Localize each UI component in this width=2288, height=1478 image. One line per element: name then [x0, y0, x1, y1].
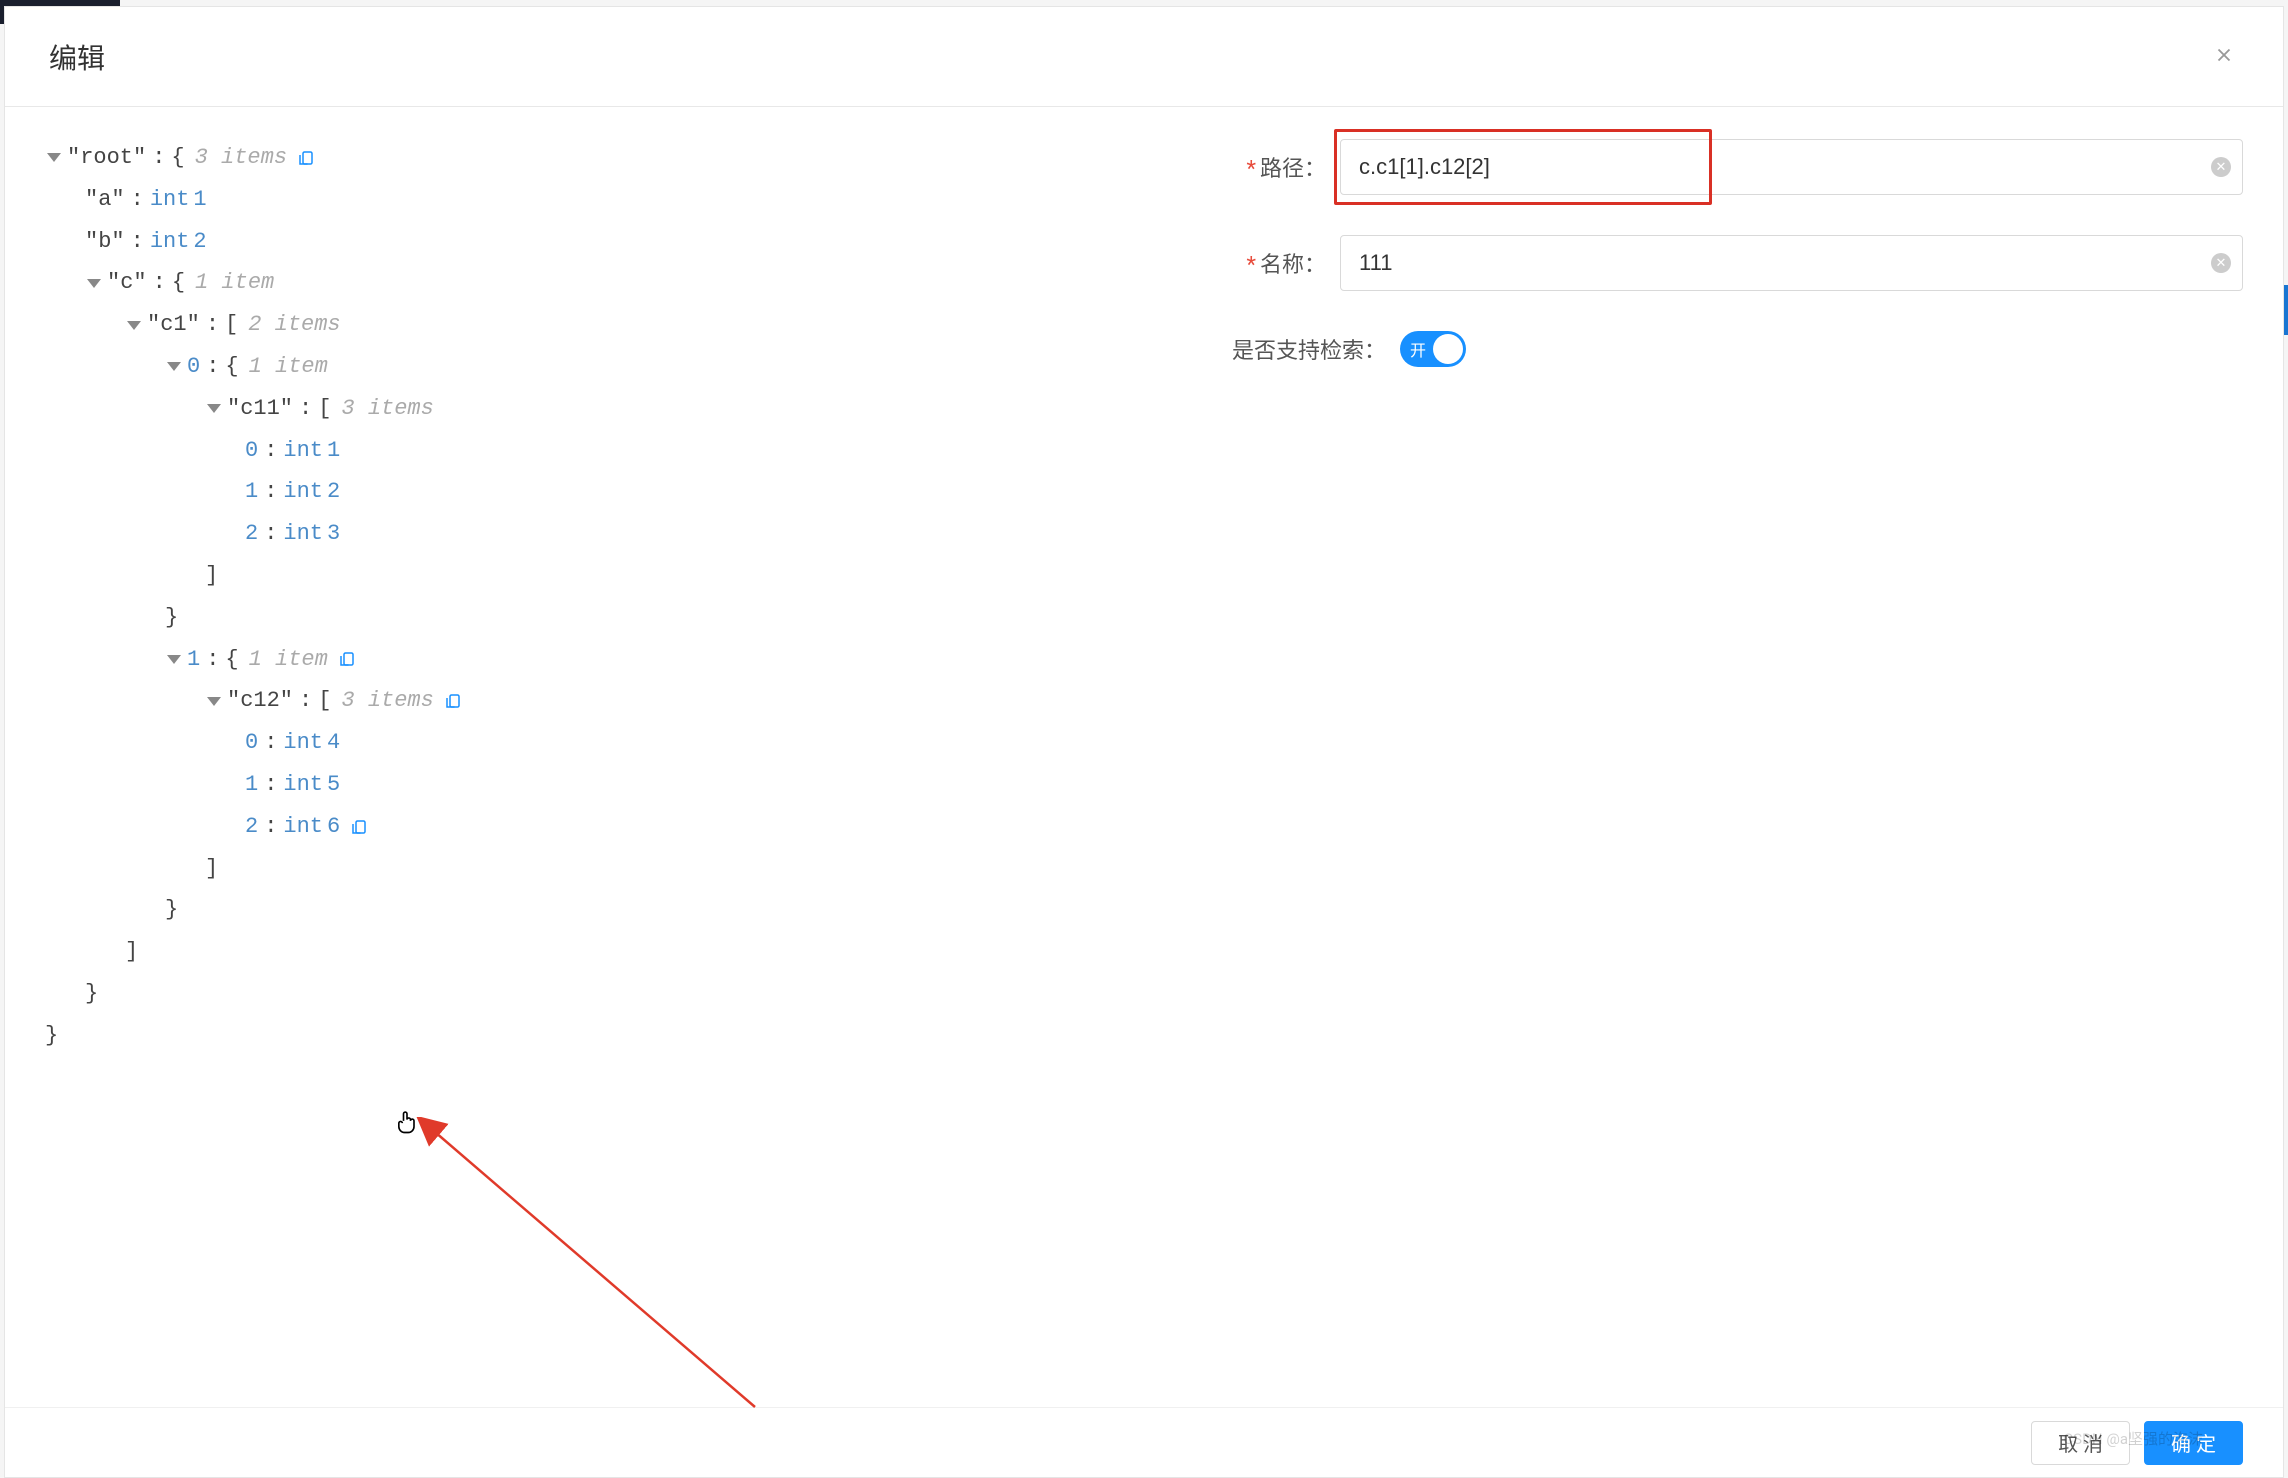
- form-panel: *路径： ✕ *名称： ✕ 是否支持检索：: [1100, 137, 2243, 1377]
- tree-node-c12-2[interactable]: 2 : int 6: [45, 806, 1100, 848]
- tree-node-c12-0[interactable]: 0 : int 4: [45, 722, 1100, 764]
- tree-node-c1-0[interactable]: 0 : { 1 item: [45, 346, 1100, 388]
- caret-down-icon[interactable]: [207, 404, 221, 413]
- tree-close-brace: }: [45, 1015, 1100, 1057]
- toggle-knob: [1433, 334, 1463, 364]
- confirm-button[interactable]: 确 定: [2144, 1421, 2243, 1465]
- tree-node-c1[interactable]: "c1" : [ 2 items: [45, 304, 1100, 346]
- tree-close-bracket: ]: [45, 555, 1100, 597]
- tree-node-c11-2[interactable]: 2 : int 3: [45, 513, 1100, 555]
- clipboard-icon[interactable]: [297, 149, 315, 167]
- toggle-label: 开: [1410, 337, 1426, 361]
- tree-meta: 3 items: [195, 137, 287, 179]
- tree-root[interactable]: "root" : { 3 items: [45, 137, 1100, 179]
- tree-close-brace: }: [45, 973, 1100, 1015]
- caret-down-icon[interactable]: [127, 321, 141, 330]
- name-label: *名称：: [1160, 247, 1340, 279]
- form-row-name: *名称： ✕: [1160, 235, 2243, 291]
- tree-node-c1-1[interactable]: 1 : { 1 item: [45, 639, 1100, 681]
- tree-node-c12[interactable]: "c12" : [ 3 items: [45, 680, 1100, 722]
- clipboard-icon[interactable]: [338, 650, 356, 668]
- tree-close-bracket: ]: [45, 931, 1100, 973]
- path-input[interactable]: [1340, 139, 2243, 195]
- tree-close-bracket: ]: [45, 848, 1100, 890]
- caret-down-icon[interactable]: [47, 153, 61, 162]
- close-icon[interactable]: [2205, 32, 2243, 81]
- tree-node-c12-1[interactable]: 1 : int 5: [45, 764, 1100, 806]
- modal-body: "root" : { 3 items "a" : int 1 "b" :: [5, 107, 2283, 1407]
- form-row-path: *路径： ✕: [1160, 139, 2243, 195]
- cancel-button[interactable]: 取 消: [2031, 1421, 2130, 1465]
- caret-down-icon[interactable]: [207, 697, 221, 706]
- caret-down-icon[interactable]: [167, 362, 181, 371]
- modal-title: 编辑: [49, 37, 105, 77]
- tree-node-a[interactable]: "a" : int 1: [45, 179, 1100, 221]
- tree-node-c[interactable]: "c" : { 1 item: [45, 262, 1100, 304]
- name-input[interactable]: [1340, 235, 2243, 291]
- searchable-label: 是否支持检索：: [1160, 333, 1400, 365]
- edit-modal: 编辑 "root" : { 3 items "a": [4, 6, 2284, 1478]
- clipboard-icon[interactable]: [444, 692, 462, 710]
- json-tree-panel: "root" : { 3 items "a" : int 1 "b" :: [45, 137, 1100, 1377]
- tree-node-c11-1[interactable]: 1 : int 2: [45, 471, 1100, 513]
- searchable-toggle[interactable]: 开: [1400, 331, 1466, 367]
- tree-key: "root": [67, 137, 146, 179]
- caret-down-icon[interactable]: [87, 279, 101, 288]
- modal-header: 编辑: [5, 7, 2283, 107]
- tree-close-brace: }: [45, 597, 1100, 639]
- tree-node-b[interactable]: "b" : int 2: [45, 221, 1100, 263]
- tree-close-brace: }: [45, 889, 1100, 931]
- path-label: *路径：: [1160, 151, 1340, 183]
- clear-icon[interactable]: ✕: [2211, 157, 2231, 177]
- form-row-searchable: 是否支持检索： 开: [1160, 331, 2243, 367]
- modal-footer: 取 消 确 定: [5, 1407, 2283, 1477]
- clipboard-icon[interactable]: [350, 818, 368, 836]
- tree-node-c11[interactable]: "c11" : [ 3 items: [45, 388, 1100, 430]
- caret-down-icon[interactable]: [167, 655, 181, 664]
- tree-node-c11-0[interactable]: 0 : int 1: [45, 430, 1100, 472]
- clear-icon[interactable]: ✕: [2211, 253, 2231, 273]
